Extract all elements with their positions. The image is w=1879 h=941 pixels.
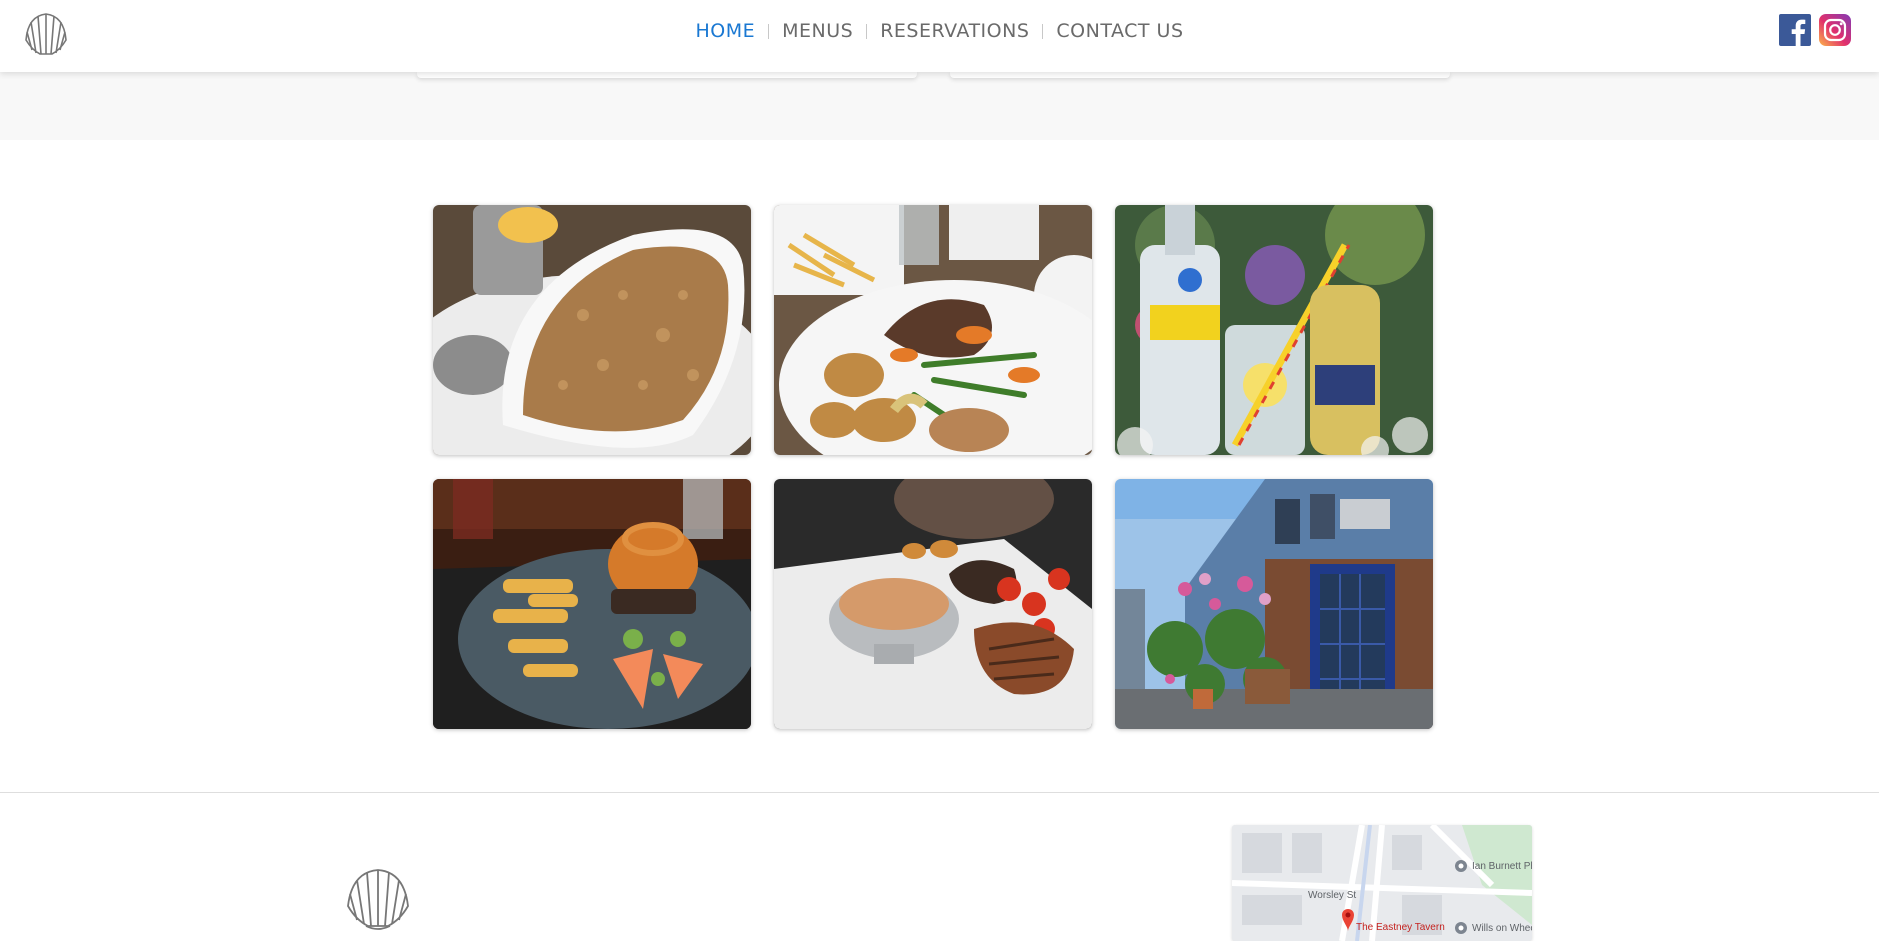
roast-dinner-photo[interactable] <box>774 205 1092 455</box>
nav-contact-us[interactable]: CONTACT US <box>1043 20 1196 42</box>
map-pin-label: The Eastney Tavern <box>1356 922 1445 933</box>
scallop-shell-icon <box>347 869 409 930</box>
site-header: HOME MENUS RESERVATIONS CONTACT US <box>0 0 1879 72</box>
facebook-icon[interactable] <box>1779 14 1811 46</box>
nav-reservations[interactable]: RESERVATIONS <box>867 20 1042 42</box>
card-bottom-edge <box>417 72 917 78</box>
footer-divider <box>0 792 1879 793</box>
fruit-crumble-photo[interactable] <box>433 205 751 455</box>
map-street-label: Worsley St <box>1308 890 1357 901</box>
card-bottom-edge <box>950 72 1450 78</box>
main-nav: HOME MENUS RESERVATIONS CONTACT US <box>0 20 1879 42</box>
map-place-label: Wills on Whee <box>1472 923 1532 934</box>
map-place-label: Ian Burnett Ph <box>1472 861 1532 872</box>
vodka-lemonade-photo[interactable] <box>1115 205 1433 455</box>
social-links <box>1779 14 1851 46</box>
photo-gallery <box>433 205 1433 729</box>
section-band <box>0 72 1879 140</box>
steak-with-sauce-photo[interactable] <box>774 479 1092 729</box>
location-map[interactable]: Worsley St The Eastney Tavern Ian Burnet… <box>1232 825 1532 941</box>
nav-menus[interactable]: MENUS <box>769 20 866 42</box>
burger-and-chips-photo[interactable] <box>433 479 751 729</box>
instagram-icon[interactable] <box>1819 14 1851 46</box>
tavern-entrance-photo[interactable] <box>1115 479 1433 729</box>
nav-home[interactable]: HOME <box>682 20 768 42</box>
